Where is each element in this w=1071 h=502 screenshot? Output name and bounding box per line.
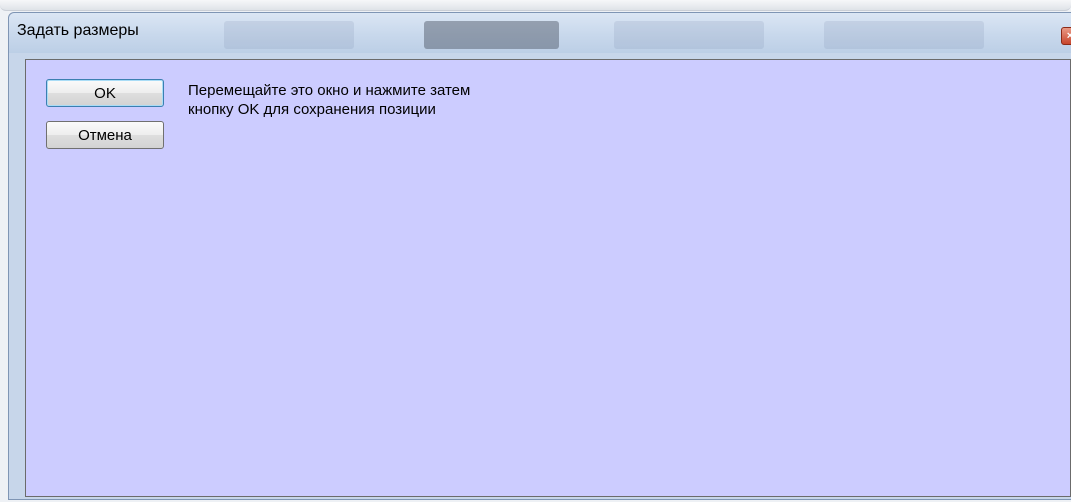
window-title: Задать размеры [17,22,139,39]
close-icon[interactable]: × [1061,27,1071,45]
title-bar[interactable]: Задать размеры × [9,13,1071,53]
cancel-button[interactable]: Отмена [46,121,164,149]
instruction-line-1: Перемещайте это окно и нажмите затем [188,82,471,99]
background-blur [224,21,354,49]
background-blur [614,21,764,49]
dialog-client-area: OK Отмена Перемещайте это окно и нажмите… [25,59,1071,497]
instruction-text: Перемещайте это окно и нажмите затем кно… [188,81,470,119]
background-blur [424,21,559,49]
instruction-line-2: кнопку OK для сохранения позиции [188,101,436,118]
set-size-dialog: Задать размеры × OK Отмена Перемещайте э… [8,12,1071,500]
desktop-background: Задать размеры × OK Отмена Перемещайте э… [0,0,1071,502]
background-window-edge [0,0,1071,11]
background-blur [824,21,984,49]
ok-button[interactable]: OK [46,79,164,107]
